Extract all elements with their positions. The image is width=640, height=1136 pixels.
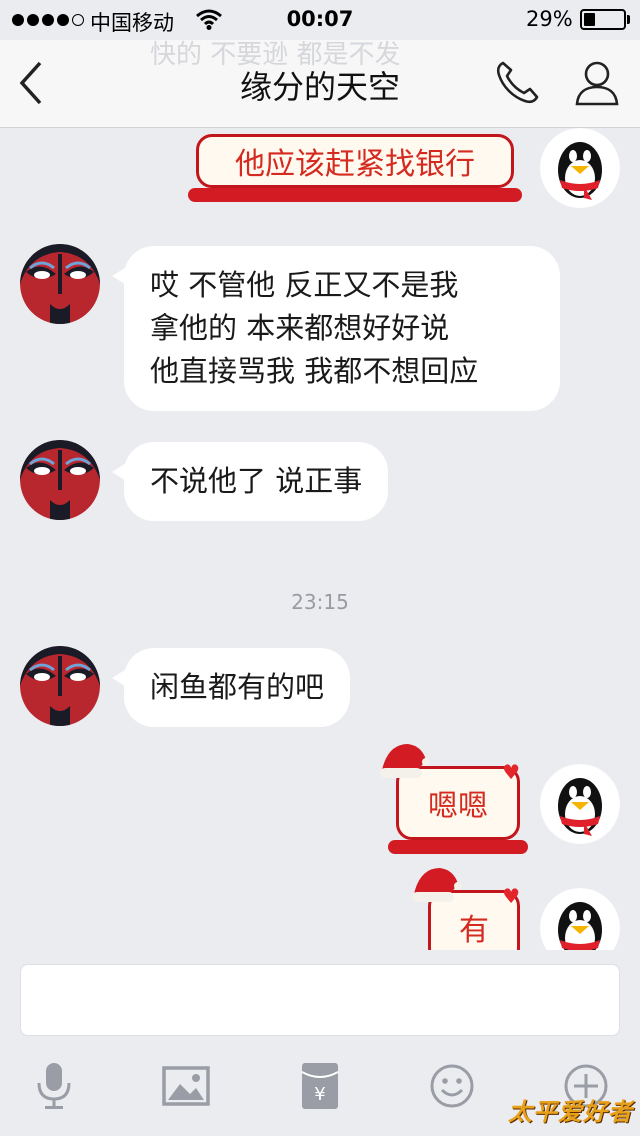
call-button[interactable] [490,58,544,112]
message-text: 他应该赶紧找银行 [235,147,475,182]
nav-bar: 快的 不要逊 都是不发 缘分的天空 [0,40,640,128]
contact-avatar[interactable] [20,244,100,324]
red-packet-button[interactable]: ¥ [290,1058,350,1118]
message-bubble-incoming[interactable]: 闲鱼都有的吧 [111,648,351,727]
message-line: 拿他的 本来都想好好说 [150,311,450,345]
my-avatar[interactable] [540,764,620,844]
svg-text:¥: ¥ [314,1084,325,1105]
red-packet-icon: ¥ [301,1062,339,1114]
message-bubble-incoming[interactable]: 不说他了 说正事 [111,442,389,521]
scroll-roll [188,188,522,202]
user-icon [573,59,621,111]
message-bubble-incoming[interactable]: 哎 不管他 反正又不是我 拿他的 本来都想好好说 他直接骂我 我都不想回应 [112,246,560,411]
emoji-button[interactable] [422,1058,482,1118]
voice-button[interactable] [24,1058,84,1118]
watermark-logo: 太平爱好者 [508,1098,633,1126]
message-bubble-outgoing[interactable]: ♥ 嗯嗯 [380,744,528,854]
profile-button[interactable] [570,58,624,112]
chat-title: 缘分的天空 [239,68,400,106]
contact-avatar[interactable] [20,440,100,520]
battery-tip [627,15,630,24]
phone-icon [493,59,541,111]
my-avatar[interactable] [540,128,620,208]
battery-icon [580,9,626,30]
microphone-icon [34,1061,74,1115]
battery-percent: 29% [526,7,573,31]
message-line: 他直接骂我 我都不想回应 [150,354,479,388]
message-line: 哎 不管他 反正又不是我 [150,268,459,302]
message-bubble-outgoing[interactable]: 他应该赶紧找银行 [188,134,522,202]
message-list[interactable]: 他应该赶紧找银行 哎 不管他 反正又不是我 拿他的 本来都想好好说 他直接骂我 … [0,128,640,950]
scroll-roll [388,840,528,854]
image-button[interactable] [156,1058,216,1118]
battery-fill [584,13,595,26]
image-icon [162,1066,210,1110]
message-text: 嗯嗯 [428,789,488,824]
timestamp: 23:15 [291,590,349,614]
contact-avatar[interactable] [20,646,100,726]
message-text: 有 [459,913,489,948]
message-input[interactable] [20,964,620,1036]
message-bubble-outgoing[interactable]: ♥ 有 [412,868,520,950]
emoji-icon [429,1063,475,1113]
my-avatar[interactable] [540,888,620,950]
message-text: 不说他了 说正事 [150,464,363,498]
message-text: 闲鱼都有的吧 [150,670,325,704]
